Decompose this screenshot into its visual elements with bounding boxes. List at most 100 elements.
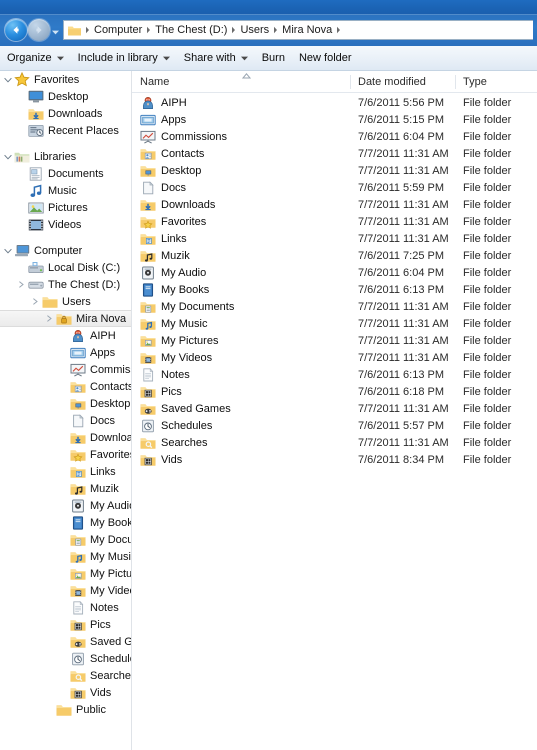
sidebar-item-searches[interactable]: Searches	[0, 667, 131, 684]
file-name-label: Desktop	[161, 164, 202, 177]
recent-pages-button[interactable]	[51, 28, 60, 37]
column-header-name[interactable]: Name	[132, 71, 350, 93]
table-row[interactable]: Downloads 7/7/2011 11:31 AM File folder	[132, 196, 537, 213]
sidebar-item-my-books[interactable]: My Books	[0, 514, 131, 531]
table-row[interactable]: Searches 7/7/2011 11:31 AM File folder	[132, 434, 537, 451]
column-header-type[interactable]: Type	[455, 71, 537, 93]
my-music-folder-icon	[70, 549, 86, 565]
desktop-folder-icon	[140, 163, 156, 179]
table-row[interactable]: Desktop 7/7/2011 11:31 AM File folder	[132, 162, 537, 179]
sidebar-item-users[interactable]: Users	[0, 293, 131, 310]
sidebar-item-notes[interactable]: Notes	[0, 599, 131, 616]
sidebar-item-documents[interactable]: Documents	[0, 165, 131, 182]
toolbar-item-organize[interactable]: Organize	[0, 47, 71, 69]
toolbar-item-include-in-library[interactable]: Include in library	[71, 47, 177, 69]
table-row[interactable]: AIPH 7/6/2011 5:56 PM File folder	[132, 94, 537, 111]
chevron-right-icon[interactable]	[31, 297, 40, 306]
breadcrumb-separator	[145, 26, 152, 34]
sidebar-item-public[interactable]: Public	[0, 701, 131, 718]
sidebar-item-commissions[interactable]: Commissions	[0, 361, 131, 378]
sidebar-item-saved-games[interactable]: Saved Games	[0, 633, 131, 650]
sidebar-item-the-chest-d[interactable]: The Chest (D:)	[0, 276, 131, 293]
type-cell: File folder	[463, 402, 512, 415]
chevron-right-icon[interactable]	[45, 314, 54, 323]
my-audio-folder-icon	[70, 498, 86, 514]
breadcrumb[interactable]: Computer The Chest (D:) Users Mira Nova	[63, 20, 533, 40]
table-row[interactable]: My Books 7/6/2011 6:13 PM File folder	[132, 281, 537, 298]
toolbar-item-new-folder[interactable]: New folder	[292, 47, 359, 69]
sidebar-item-music[interactable]: Music	[0, 182, 131, 199]
table-row[interactable]: My Music 7/7/2011 11:31 AM File folder	[132, 315, 537, 332]
table-row[interactable]: Pics 7/6/2011 6:18 PM File folder	[132, 383, 537, 400]
sidebar-item-schedules[interactable]: Schedules	[0, 650, 131, 667]
file-name-label: My Music	[161, 317, 208, 330]
sidebar-item-downloads[interactable]: Downloads	[0, 429, 131, 446]
toolbar-item-burn[interactable]: Burn	[255, 47, 292, 69]
sidebar-item-downloads[interactable]: Downloads	[0, 105, 131, 122]
breadcrumb-item-3[interactable]: Mira Nova	[279, 22, 335, 38]
navigation-pane[interactable]: Favorites Desktop Downloads Recent Places Li…	[0, 71, 131, 750]
chevron-down-icon[interactable]	[3, 246, 12, 255]
forward-button[interactable]	[28, 19, 50, 41]
sidebar-item-my-pictures[interactable]: My Pictures	[0, 565, 131, 582]
file-name-label: Muzik	[161, 249, 190, 262]
sidebar-item-apps[interactable]: Apps	[0, 344, 131, 361]
sidebar-item-libraries[interactable]: Libraries	[0, 148, 131, 165]
sidebar-item-local-disk-c[interactable]: Local Disk (C:)	[0, 259, 131, 276]
chevron-right-icon[interactable]	[17, 280, 26, 289]
sidebar-item-desktop[interactable]: Desktop	[0, 395, 131, 412]
sidebar-item-computer[interactable]: Computer	[0, 242, 131, 259]
sidebar-item-aiph[interactable]: AIPH	[0, 327, 131, 344]
table-row[interactable]: My Audio 7/6/2011 6:04 PM File folder	[132, 264, 537, 281]
table-row[interactable]: Muzik 7/6/2011 7:25 PM File folder	[132, 247, 537, 264]
commissions-folder-icon	[140, 129, 156, 145]
documents-library-icon	[28, 166, 44, 182]
table-row[interactable]: Contacts 7/7/2011 11:31 AM File folder	[132, 145, 537, 162]
breadcrumb-item-0[interactable]: Computer	[91, 22, 145, 38]
sidebar-item-pictures[interactable]: Pictures	[0, 199, 131, 216]
table-row[interactable]: Apps 7/6/2011 5:15 PM File folder	[132, 111, 537, 128]
table-row[interactable]: Notes 7/6/2011 6:13 PM File folder	[132, 366, 537, 383]
table-row[interactable]: Schedules 7/6/2011 5:57 PM File folder	[132, 417, 537, 434]
table-row[interactable]: Commissions 7/6/2011 6:04 PM File folder	[132, 128, 537, 145]
sidebar-item-favorites[interactable]: Favorites	[0, 71, 131, 88]
type-cell: File folder	[463, 181, 512, 194]
table-row[interactable]: Favorites 7/7/2011 11:31 AM File folder	[132, 213, 537, 230]
sidebar-item-label: Local Disk (C:)	[48, 261, 121, 274]
table-row[interactable]: My Pictures 7/7/2011 11:31 AM File folder	[132, 332, 537, 349]
table-row[interactable]: My Videos 7/7/2011 11:31 AM File folder	[132, 349, 537, 366]
sidebar-item-mira-nova[interactable]: Mira Nova	[0, 310, 131, 327]
sidebar-item-my-videos[interactable]: My Videos	[0, 582, 131, 599]
sidebar-item-pics[interactable]: Pics	[0, 616, 131, 633]
sidebar-item-my-music[interactable]: My Music	[0, 548, 131, 565]
sidebar-item-favorites[interactable]: Favorites	[0, 446, 131, 463]
table-row[interactable]: Saved Games 7/7/2011 11:31 AM File folder	[132, 400, 537, 417]
column-header-date[interactable]: Date modified	[350, 71, 455, 93]
sidebar-item-docs[interactable]: Docs	[0, 412, 131, 429]
back-button[interactable]	[5, 19, 27, 41]
table-row[interactable]: Docs 7/6/2011 5:59 PM File folder	[132, 179, 537, 196]
my-videos-folder-icon	[140, 350, 156, 366]
sidebar-item-videos[interactable]: Videos	[0, 216, 131, 233]
desktop-icon	[28, 89, 44, 105]
sidebar-item-muzik[interactable]: Muzik	[0, 480, 131, 497]
sidebar-item-desktop[interactable]: Desktop	[0, 88, 131, 105]
chevron-down-icon[interactable]	[3, 152, 12, 161]
file-name-cell: Saved Games	[132, 401, 350, 417]
breadcrumb-item-1[interactable]: The Chest (D:)	[152, 22, 230, 38]
toolbar-item-share-with[interactable]: Share with	[177, 47, 255, 69]
table-row[interactable]: Links 7/7/2011 11:31 AM File folder	[132, 230, 537, 247]
table-row[interactable]: My Documents 7/7/2011 11:31 AM File folder	[132, 298, 537, 315]
sidebar-item-recent-places[interactable]: Recent Places	[0, 122, 131, 139]
sidebar-item-contacts[interactable]: Contacts	[0, 378, 131, 395]
breadcrumb-item-2[interactable]: Users	[237, 22, 272, 38]
sidebar-item-my-audio[interactable]: My Audio	[0, 497, 131, 514]
sidebar-item-vids[interactable]: Vids	[0, 684, 131, 701]
vids-folder-icon	[140, 452, 156, 468]
date-modified-cell: 7/7/2011 11:31 AM	[358, 300, 449, 313]
sidebar-item-links[interactable]: Links	[0, 463, 131, 480]
sidebar-item-my-document[interactable]: My Document	[0, 531, 131, 548]
table-row[interactable]: Vids 7/6/2011 8:34 PM File folder	[132, 451, 537, 468]
chevron-down-icon[interactable]	[3, 75, 12, 84]
date-modified-cell: 7/6/2011 6:13 PM	[358, 283, 445, 296]
